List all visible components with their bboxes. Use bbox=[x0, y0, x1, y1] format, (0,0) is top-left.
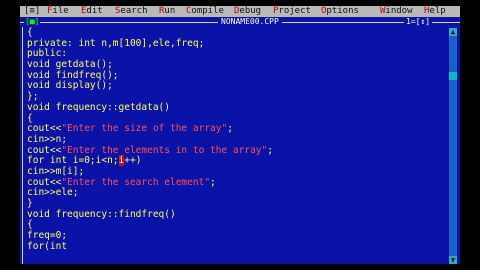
code-token: { bbox=[27, 112, 33, 124]
code-token: cout<< bbox=[27, 123, 62, 135]
code-token: freq=0; bbox=[27, 230, 68, 242]
code-token: ; bbox=[227, 123, 233, 135]
close-box-button[interactable]: [■] bbox=[24, 17, 41, 27]
code-token: private: int n,m[100],ele,freq; bbox=[27, 37, 205, 49]
code-line: cout<<"Enter the search element"; bbox=[27, 176, 447, 189]
vertical-scrollbar[interactable]: ▲ ▼ bbox=[449, 28, 457, 264]
window-left-border bbox=[22, 27, 23, 264]
code-token: for(int bbox=[27, 240, 68, 252]
string-literal: "Enter the search element" bbox=[61, 176, 211, 188]
menu-project[interactable]: Project bbox=[273, 6, 311, 17]
code-token: { bbox=[27, 219, 33, 231]
code-token: ; bbox=[210, 176, 216, 188]
code-token: for int i=0;i<n; bbox=[27, 155, 119, 167]
menu-search[interactable]: Search bbox=[115, 6, 148, 17]
code-token: { bbox=[27, 27, 33, 38]
ide-screen: [≡] File Edit Search Run Compile Debug P… bbox=[20, 6, 460, 264]
code-editor[interactable]: {private: int n,m[100],ele,freq; public: v… bbox=[27, 27, 447, 264]
string-literal: "Enter the elements in to the array" bbox=[61, 144, 268, 156]
editor-title-bar: [■] NONAME00.CPP 1=[↕] bbox=[20, 17, 460, 27]
code-token: } bbox=[27, 198, 33, 209]
code-token: cout<< bbox=[27, 176, 62, 188]
code-token: ++) bbox=[124, 155, 142, 167]
window-filename: NONAME00.CPP bbox=[218, 17, 282, 27]
menu-file[interactable]: File bbox=[47, 6, 69, 17]
code-token: cin>>n; bbox=[27, 133, 68, 145]
code-token: void getdata(); bbox=[27, 59, 113, 71]
scroll-up-arrow-icon[interactable]: ▲ bbox=[449, 28, 457, 36]
code-token: public: bbox=[27, 48, 68, 60]
code-line: cout<<"Enter the size of the array"; bbox=[27, 123, 447, 135]
code-token: void frequency::getdata() bbox=[27, 101, 170, 113]
code-line: void frequency::getdata() bbox=[27, 101, 447, 114]
menu-debug[interactable]: Debug bbox=[234, 6, 261, 17]
code-token: void display(); bbox=[27, 80, 113, 92]
code-token: cin>>ele; bbox=[27, 187, 79, 199]
menu-options[interactable]: Options bbox=[321, 6, 359, 17]
code-line: void display(); bbox=[27, 81, 447, 92]
code-token: cin>>m[i]; bbox=[27, 165, 85, 177]
code-token: void findfreq(); bbox=[27, 69, 119, 81]
code-line: freq=0; bbox=[27, 230, 447, 242]
code-token: void frequency::findfreq() bbox=[27, 208, 176, 220]
menu-edit[interactable]: Edit bbox=[81, 6, 103, 17]
scroll-thumb[interactable] bbox=[449, 72, 457, 80]
code-line: { bbox=[27, 220, 447, 231]
menu-bar: [≡] File Edit Search Run Compile Debug P… bbox=[20, 6, 460, 17]
code-line: for(int bbox=[27, 240, 447, 253]
menu-compile[interactable]: Compile bbox=[186, 6, 224, 17]
code-token: ; bbox=[267, 144, 273, 156]
code-line: for int i=0;i<n;i++) bbox=[27, 155, 447, 167]
menu-help[interactable]: Help bbox=[424, 6, 446, 17]
system-menu-button[interactable]: [≡] bbox=[24, 6, 40, 17]
window-number: 1=[↕] bbox=[404, 17, 433, 27]
menu-window[interactable]: Window bbox=[380, 6, 413, 17]
scroll-down-arrow-icon[interactable]: ▼ bbox=[449, 256, 457, 264]
code-token: cout<< bbox=[27, 144, 62, 156]
code-line: void frequency::findfreq() bbox=[27, 208, 447, 221]
code-line: private: int n,m[100],ele,freq; bbox=[27, 37, 447, 50]
menu-run[interactable]: Run bbox=[159, 6, 175, 17]
string-literal: "Enter the size of the array" bbox=[61, 123, 228, 135]
code-token: }; bbox=[27, 91, 39, 103]
code-line: cin>>ele; bbox=[27, 187, 447, 199]
